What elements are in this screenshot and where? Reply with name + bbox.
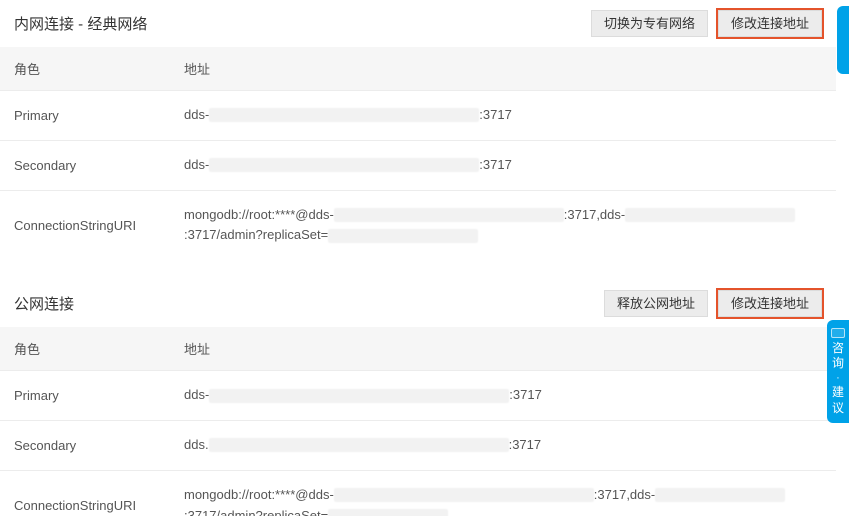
role-cell: Primary xyxy=(0,371,170,421)
public-section-header: 公网连接 释放公网地址 修改连接地址 xyxy=(0,280,836,327)
public-connection-table: 角色 地址 Primary dds- :3717 Secondary xyxy=(0,327,836,516)
masked-segment xyxy=(328,509,448,516)
masked-segment xyxy=(334,488,594,502)
addr-suffix: :3717 xyxy=(479,155,512,176)
internal-section-title: 内网连接 - 经典网络 xyxy=(14,13,147,34)
internal-connection-table: 角色 地址 Primary dds- :3717 Secondary xyxy=(0,47,836,260)
addr-suffix: :3717 xyxy=(509,435,542,456)
addr-prefix: dds- xyxy=(184,155,209,176)
feedback-tab[interactable]: 咨 询 · 建 议 xyxy=(827,320,849,423)
col-address-header: 地址 xyxy=(170,47,836,91)
masked-segment xyxy=(209,108,479,122)
col-role-header: 角色 xyxy=(0,327,170,371)
masked-segment xyxy=(334,208,564,222)
right-rail: 咨 询 · 建 议 xyxy=(836,0,849,516)
masked-segment xyxy=(655,488,785,502)
masked-segment xyxy=(209,438,509,452)
uri-part: mongodb://root:****@dds- xyxy=(184,485,334,506)
switch-to-vpc-button[interactable]: 切换为专有网络 xyxy=(591,10,708,37)
table-row: ConnectionStringURI mongodb://root:****@… xyxy=(0,190,836,260)
uri-part: :3717/admin?replicaSet= xyxy=(184,506,328,516)
internal-button-row: 切换为专有网络 修改连接地址 xyxy=(591,10,822,37)
public-button-row: 释放公网地址 修改连接地址 xyxy=(604,290,822,317)
feedback-char: 议 xyxy=(832,402,844,415)
modify-connection-address-button[interactable]: 修改连接地址 xyxy=(718,10,822,37)
address-cell: dds. :3717 xyxy=(170,420,836,470)
uri-part: :3717,dds- xyxy=(564,205,625,226)
table-row: Primary dds- :3717 xyxy=(0,371,836,421)
uri-part: mongodb://root:****@dds- xyxy=(184,205,334,226)
release-public-address-button[interactable]: 释放公网地址 xyxy=(604,290,708,317)
rail-top-tab[interactable] xyxy=(837,6,849,74)
addr-prefix: dds- xyxy=(184,385,209,406)
masked-segment xyxy=(328,229,478,243)
addr-suffix: :3717 xyxy=(509,385,542,406)
feedback-dot: · xyxy=(836,372,840,384)
address-cell: dds- :3717 xyxy=(170,91,836,141)
feedback-icon xyxy=(831,328,845,338)
masked-segment xyxy=(209,158,479,172)
addr-prefix: dds. xyxy=(184,435,209,456)
internal-section-header: 内网连接 - 经典网络 切换为专有网络 修改连接地址 xyxy=(0,0,836,47)
role-cell: Secondary xyxy=(0,420,170,470)
masked-segment xyxy=(209,389,509,403)
address-cell: dds- :3717 xyxy=(170,371,836,421)
col-address-header: 地址 xyxy=(170,327,836,371)
uri-part: :3717,dds- xyxy=(594,485,655,506)
role-cell: ConnectionStringURI xyxy=(0,470,170,516)
table-row: Secondary dds- :3717 xyxy=(0,140,836,190)
table-row: Primary dds- :3717 xyxy=(0,91,836,141)
address-cell: dds- :3717 xyxy=(170,140,836,190)
feedback-char: 咨 xyxy=(832,342,844,355)
feedback-char: 建 xyxy=(832,386,844,399)
feedback-char: 询 xyxy=(832,357,844,370)
table-row: Secondary dds. :3717 xyxy=(0,420,836,470)
addr-prefix: dds- xyxy=(184,105,209,126)
col-role-header: 角色 xyxy=(0,47,170,91)
masked-segment xyxy=(625,208,795,222)
address-cell: mongodb://root:****@dds- :3717,dds- :371… xyxy=(170,190,836,260)
modify-connection-address-button[interactable]: 修改连接地址 xyxy=(718,290,822,317)
public-section-title: 公网连接 xyxy=(14,293,74,314)
role-cell: Primary xyxy=(0,91,170,141)
role-cell: ConnectionStringURI xyxy=(0,190,170,260)
table-row: ConnectionStringURI mongodb://root:****@… xyxy=(0,470,836,516)
address-cell: mongodb://root:****@dds- :3717,dds- :371… xyxy=(170,470,836,516)
addr-suffix: :3717 xyxy=(479,105,512,126)
role-cell: Secondary xyxy=(0,140,170,190)
uri-part: :3717/admin?replicaSet= xyxy=(184,225,328,246)
